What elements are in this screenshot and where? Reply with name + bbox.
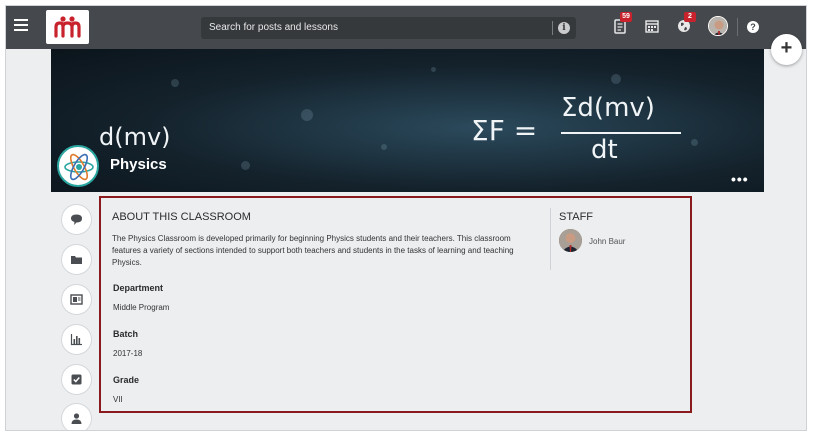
staff-divider	[550, 208, 551, 270]
banner-bokeh	[381, 144, 387, 150]
banner-bokeh	[241, 161, 250, 170]
app-logo[interactable]	[46, 10, 89, 44]
avatar-image	[709, 17, 727, 35]
notifications-badge: 2	[684, 12, 696, 22]
folder-icon	[71, 256, 82, 264]
banner-bokeh	[171, 79, 179, 87]
side-nav-files[interactable]	[62, 245, 91, 274]
side-nav-members[interactable]	[62, 404, 91, 430]
add-button[interactable]: +	[771, 34, 802, 65]
classroom-logo	[57, 145, 99, 187]
banner-formula-lhs: ΣF =	[471, 114, 538, 147]
app-window: Search for posts and lessons i 59 2 ? + …	[5, 5, 807, 431]
about-classroom-panel: ABOUT THIS CLASSROOM The Physics Classro…	[99, 196, 692, 413]
side-nav-discussions[interactable]	[62, 205, 91, 234]
slides-icon	[70, 294, 83, 305]
grade-label: Grade	[113, 375, 140, 385]
banner-formula-numerator: Σd(mv)	[561, 93, 655, 123]
bar-chart-icon	[70, 334, 82, 346]
hamburger-icon[interactable]	[14, 19, 28, 31]
banner-bokeh	[691, 139, 698, 146]
side-nav-reports[interactable]	[62, 325, 91, 354]
department-label: Department	[113, 283, 164, 293]
plus-icon: +	[780, 37, 793, 59]
posts-badge: 59	[620, 12, 632, 22]
side-nav-tasks[interactable]	[62, 365, 91, 394]
staff-avatar-image	[559, 229, 582, 252]
banner-bokeh	[301, 109, 313, 121]
staff-member-name[interactable]: John Baur	[589, 237, 625, 246]
staff-avatar[interactable]	[559, 229, 582, 252]
atom-icon	[64, 153, 94, 181]
calendar-button[interactable]	[645, 19, 661, 35]
about-description: The Physics Classroom is developed prima…	[112, 234, 514, 267]
side-nav-lessons[interactable]	[62, 285, 91, 314]
posts-button[interactable]: 59	[613, 12, 632, 35]
batch-label: Batch	[113, 329, 139, 339]
classroom-banner: d(mv) ΣF = Σd(mv) dt Physics •••	[51, 49, 764, 192]
batch-value: 2017-18	[113, 349, 143, 358]
chat-icon	[71, 214, 82, 225]
calendar-icon	[645, 20, 659, 33]
search-bar[interactable]: Search for posts and lessons i	[201, 17, 576, 39]
staff-title: STAFF	[559, 211, 594, 223]
department-value: Middle Program	[113, 303, 170, 312]
notifications-button[interactable]: 2	[677, 12, 696, 35]
ellipsis-icon[interactable]: •••	[731, 172, 749, 186]
classroom-title: Physics	[110, 156, 167, 173]
toolbar-divider	[737, 18, 738, 36]
info-icon[interactable]: i	[558, 22, 570, 34]
banner-bokeh	[611, 74, 621, 84]
logo-icon	[54, 16, 81, 38]
help-icon[interactable]: ?	[747, 21, 759, 33]
search-divider	[552, 21, 553, 35]
user-avatar[interactable]	[708, 16, 728, 36]
user-icon	[71, 413, 82, 424]
top-navbar: Search for posts and lessons i 59 2 ?	[6, 6, 806, 49]
banner-fraction-line	[561, 132, 681, 134]
about-title: ABOUT THIS CLASSROOM	[112, 211, 251, 223]
banner-bokeh	[431, 67, 436, 72]
search-input[interactable]: Search for posts and lessons	[209, 22, 338, 33]
banner-formula-left: d(mv)	[99, 123, 171, 151]
grade-value: VII	[113, 395, 123, 404]
banner-formula-denominator: dt	[591, 135, 618, 165]
checkbox-icon	[71, 374, 82, 385]
